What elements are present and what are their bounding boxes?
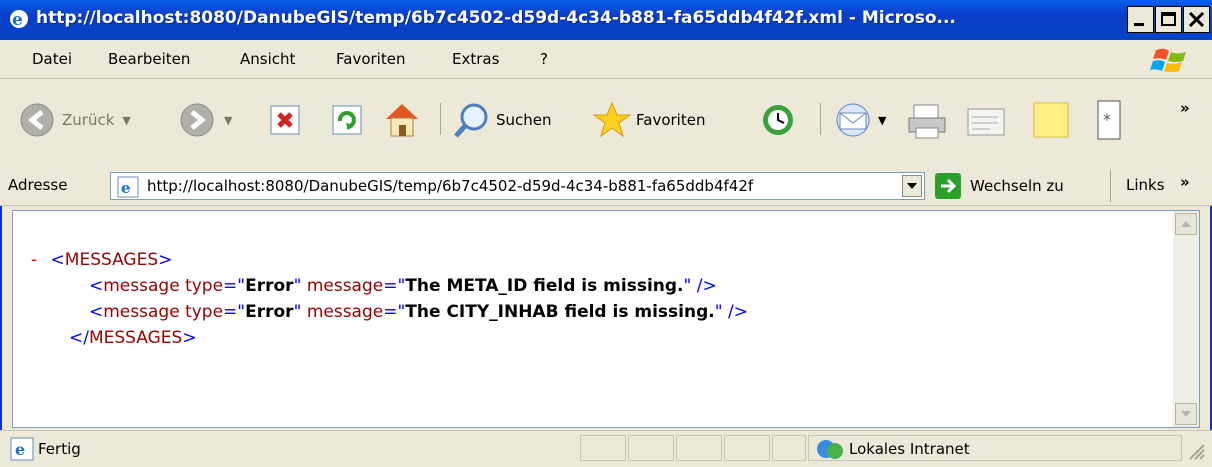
close-icon xyxy=(1188,11,1205,28)
go-arrow-icon xyxy=(935,173,961,199)
addressbar-separator xyxy=(1110,170,1111,202)
toolbar-separator xyxy=(820,103,821,135)
menu-datei[interactable]: Datei xyxy=(32,50,72,68)
close-button[interactable] xyxy=(1183,6,1210,33)
mail-dropdown-icon[interactable]: ▼ xyxy=(878,114,886,127)
mail-icon xyxy=(836,103,870,137)
stop-icon[interactable] xyxy=(268,103,302,137)
message-tag: message xyxy=(103,302,180,322)
forward-button[interactable]: ▼ xyxy=(178,101,232,139)
collapse-toggle[interactable]: - xyxy=(31,250,37,270)
toolbar-separator xyxy=(440,103,441,135)
scroll-down-icon xyxy=(1181,411,1191,417)
xml-view: - <MESSAGES> <message type="Error" messa… xyxy=(31,247,748,351)
intranet-icon xyxy=(817,440,843,459)
status-panel xyxy=(772,435,806,461)
scroll-up-button[interactable] xyxy=(1175,213,1197,235)
message-attr: message xyxy=(306,302,384,322)
search-icon xyxy=(454,103,488,138)
search-label: Suchen xyxy=(496,111,552,129)
ie-icon: e xyxy=(10,10,28,30)
status-panel xyxy=(676,435,722,461)
status-text: Fertig xyxy=(38,440,81,458)
menu-extras[interactable]: Extras xyxy=(452,50,499,68)
status-panel xyxy=(580,435,626,461)
mail-button[interactable]: ▼ xyxy=(832,101,886,139)
message-attr: message xyxy=(306,276,384,296)
links-label[interactable]: Links xyxy=(1126,176,1165,194)
scroll-up-icon xyxy=(1181,221,1191,227)
message-tag: message xyxy=(103,276,180,296)
zone-panel: Lokales Intranet xyxy=(808,435,1182,461)
go-button[interactable]: Wechseln zu xyxy=(934,172,1064,200)
svg-text:e: e xyxy=(15,440,25,459)
page-done-icon: e xyxy=(10,437,34,461)
favorites-label: Favoriten xyxy=(636,111,706,129)
menu-favoriten[interactable]: Favoriten xyxy=(336,50,405,68)
windows-logo-icon xyxy=(1150,48,1186,72)
address-bar: Adresse e http://localhost:8080/DanubeGI… xyxy=(0,167,1212,206)
menu-help[interactable]: ? xyxy=(540,50,548,68)
links-more-chevron[interactable]: » xyxy=(1180,173,1190,191)
svg-text:*: * xyxy=(1103,110,1111,129)
vertical-scrollbar[interactable] xyxy=(1173,211,1199,427)
maximize-icon xyxy=(1161,12,1176,26)
edit-icon[interactable] xyxy=(964,101,1008,141)
svg-text:e: e xyxy=(121,179,131,197)
back-dropdown-icon[interactable]: ▼ xyxy=(122,114,130,127)
home-icon[interactable] xyxy=(382,99,422,139)
resize-grip-icon[interactable] xyxy=(1186,441,1206,461)
messenger-icon[interactable]: * xyxy=(1094,99,1124,141)
toolbar-more-chevron[interactable]: » xyxy=(1180,99,1190,117)
star-icon xyxy=(592,101,632,138)
menu-bar: Datei Bearbeiten Ansicht Favoriten Extra… xyxy=(0,40,1212,79)
root-close-tag-name: MESSAGES xyxy=(88,328,183,348)
minimize-icon xyxy=(1134,23,1144,26)
history-icon[interactable] xyxy=(758,101,798,139)
address-dropdown-button[interactable] xyxy=(902,175,922,197)
minimize-button[interactable] xyxy=(1127,6,1154,33)
xml-root-open: - <MESSAGES> xyxy=(31,250,173,270)
maximize-button[interactable] xyxy=(1155,6,1182,33)
note-icon[interactable] xyxy=(1030,99,1074,141)
address-label: Adresse xyxy=(8,176,68,194)
forward-arrow-icon xyxy=(180,103,214,137)
message-value: The CITY_INHAB field is missing. xyxy=(405,302,715,322)
xml-root-close: </MESSAGES> xyxy=(69,328,197,348)
refresh-icon[interactable] xyxy=(330,103,364,137)
svg-text:e: e xyxy=(12,10,23,30)
xml-message-line: <message type="Error" message="The META_… xyxy=(89,276,717,296)
message-value: The META_ID field is missing. xyxy=(405,276,684,296)
content-area: - <MESSAGES> <message type="Error" messa… xyxy=(12,210,1200,428)
zone-text: Lokales Intranet xyxy=(849,440,970,458)
status-panel xyxy=(724,435,770,461)
menu-bearbeiten[interactable]: Bearbeiten xyxy=(108,50,190,68)
type-value: Error xyxy=(245,302,294,322)
search-button[interactable]: Suchen xyxy=(452,101,552,139)
favorites-button[interactable]: Favoriten xyxy=(592,101,705,139)
forward-dropdown-icon[interactable]: ▼ xyxy=(224,114,232,127)
type-attr: type xyxy=(185,302,224,322)
back-arrow-icon xyxy=(20,103,54,137)
type-attr: type xyxy=(185,276,224,296)
back-button[interactable]: Zurück ▼ xyxy=(18,101,131,139)
type-value: Error xyxy=(245,276,294,296)
status-bar: e Fertig Lokales Intranet xyxy=(0,430,1212,467)
chevron-down-icon xyxy=(907,183,917,189)
status-panel xyxy=(628,435,674,461)
address-input[interactable]: e http://localhost:8080/DanubeGIS/temp/6… xyxy=(110,172,925,200)
window-title: http://localhost:8080/DanubeGIS/temp/6b7… xyxy=(36,8,956,28)
menu-ansicht[interactable]: Ansicht xyxy=(240,50,295,68)
go-label: Wechseln zu xyxy=(970,177,1064,195)
page-icon: e xyxy=(117,176,139,198)
print-icon[interactable] xyxy=(906,101,950,141)
back-label: Zurück xyxy=(62,111,115,129)
root-tag-name: MESSAGES xyxy=(64,250,159,270)
scroll-down-button[interactable] xyxy=(1175,403,1197,425)
xml-message-line: <message type="Error" message="The CITY_… xyxy=(89,302,748,322)
address-url: http://localhost:8080/DanubeGIS/temp/6b7… xyxy=(147,177,754,195)
title-bar[interactable]: e http://localhost:8080/DanubeGIS/temp/6… xyxy=(0,0,1212,40)
standard-toolbar: Zurück ▼ ▼ Suchen Favoriten ▼ * » xyxy=(0,79,1212,168)
